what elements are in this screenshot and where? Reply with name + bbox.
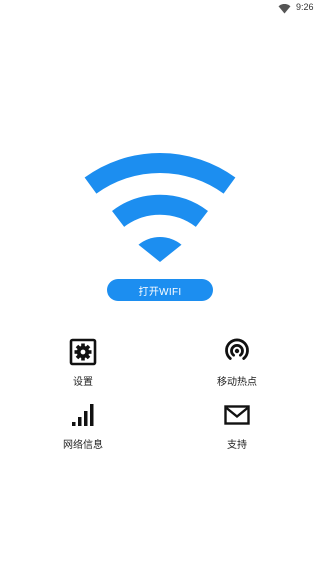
open-wifi-button[interactable]: 打开WIFI (107, 279, 213, 301)
network-info-button[interactable]: 网络信息 (43, 401, 123, 457)
settings-button[interactable]: 设置 (43, 338, 123, 394)
network-info-label: 网络信息 (63, 440, 103, 451)
signal-bars-icon (72, 404, 94, 426)
wifi-icon (84, 153, 236, 262)
settings-label: 设置 (73, 377, 93, 388)
support-button[interactable]: 支持 (197, 401, 277, 457)
support-label: 支持 (227, 440, 247, 451)
hotspot-label: 移动热点 (217, 377, 257, 388)
gear-icon (69, 338, 97, 366)
mail-icon (224, 405, 250, 425)
hotspot-icon (225, 338, 249, 360)
hotspot-button[interactable]: 移动热点 (197, 338, 277, 394)
